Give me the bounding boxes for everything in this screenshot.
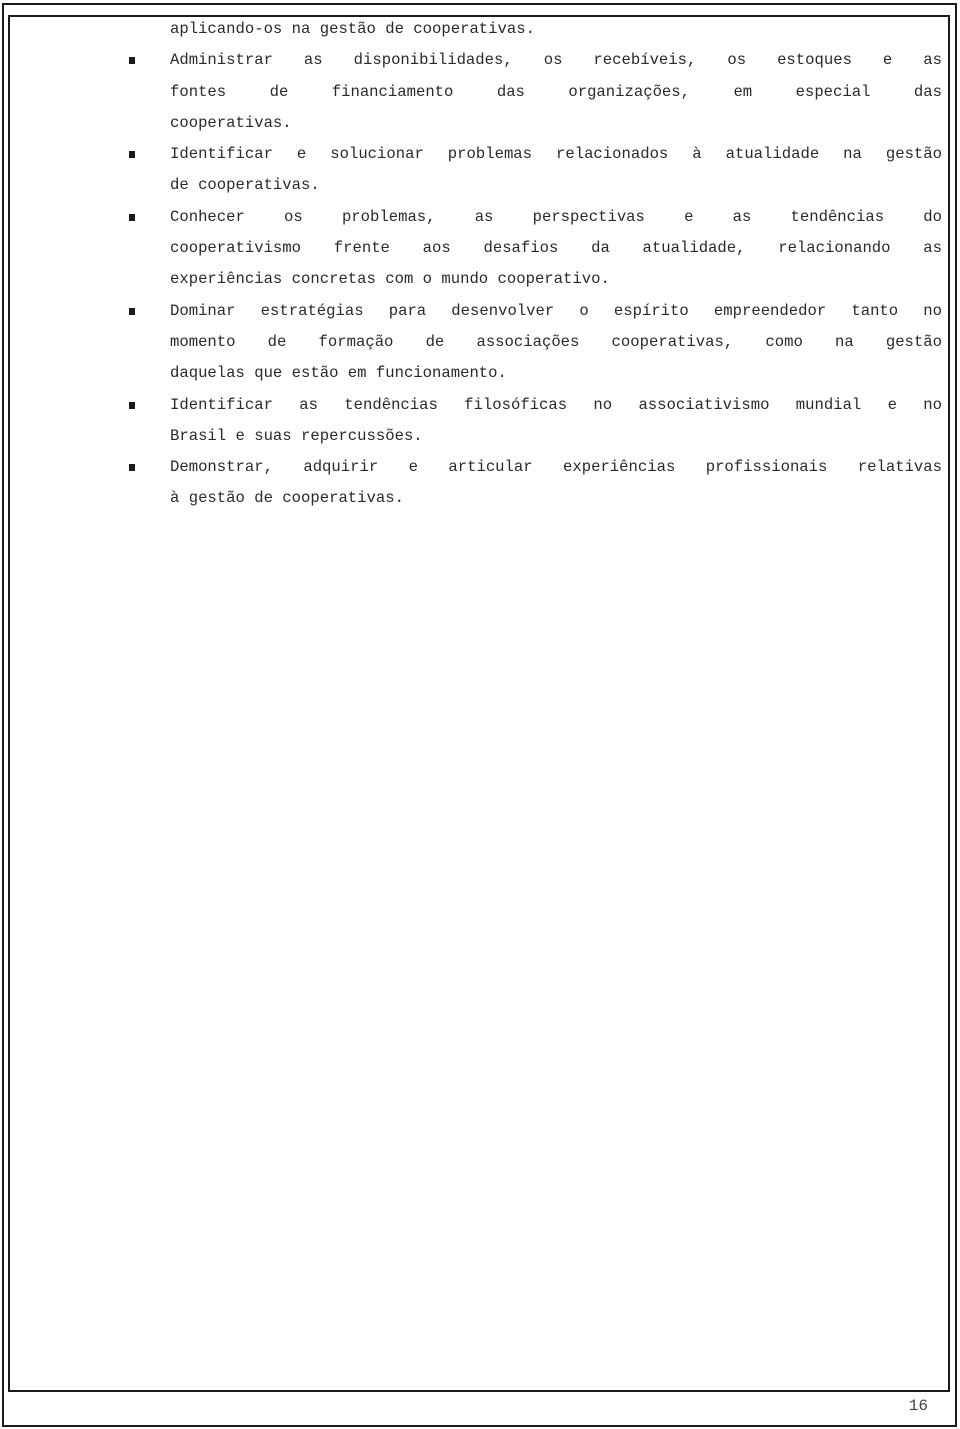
continuation-line: aplicando-os na gestão de cooperativas.: [170, 20, 535, 38]
list-item-line: experiências concretas com o mundo coope…: [170, 270, 610, 289]
list-item-line: à gestão de cooperativas.: [170, 489, 404, 508]
list-item-line: momento de formação de associações coope…: [170, 332, 942, 351]
list-item: Conhecer os problemas, as perspectivas e…: [129, 202, 942, 296]
list-item: Identificar e solucionar problemas relac…: [129, 139, 942, 202]
list-item: Administrar as disponibilidades, os rece…: [129, 45, 942, 139]
square-bullet-icon: [129, 464, 135, 472]
square-bullet-icon: [129, 213, 135, 221]
list-item-line: Administrar as disponibilidades, os rece…: [170, 51, 942, 70]
list-item: Demonstrar, adquirir e articular experiê…: [129, 452, 942, 515]
list-item-line: daquelas que estão em funcionamento.: [170, 364, 507, 383]
list-item-line: Conhecer os problemas, as perspectivas e…: [170, 207, 942, 226]
list-item: Identificar as tendências filosóficas no…: [129, 390, 942, 453]
list-item-line: Demonstrar, adquirir e articular experiê…: [170, 458, 942, 477]
list-item-line: Identificar e solucionar problemas relac…: [170, 145, 942, 164]
list-item-line: cooperativismo frente aos desafios da at…: [170, 239, 942, 258]
list-item-line: fontes de financiamento das organizações…: [170, 82, 942, 101]
document-body: aplicando-os na gestão de cooperativas. …: [129, 14, 942, 515]
square-bullet-icon: [129, 57, 135, 65]
square-bullet-icon: [129, 401, 135, 409]
page-number: 16: [908, 1397, 928, 1415]
list-item-line: Brasil e suas repercussões.: [170, 426, 423, 445]
square-bullet-icon: [129, 151, 135, 159]
list-item-line: cooperativas.: [170, 113, 292, 132]
square-bullet-icon: [129, 307, 135, 315]
list-item: Dominar estratégias para desenvolver o e…: [129, 296, 942, 390]
bullet-list: Administrar as disponibilidades, os rece…: [129, 45, 942, 515]
list-item-line: Identificar as tendências filosóficas no…: [170, 395, 942, 414]
list-item-line: de cooperativas.: [170, 176, 320, 195]
list-item-line: Dominar estratégias para desenvolver o e…: [170, 301, 942, 320]
